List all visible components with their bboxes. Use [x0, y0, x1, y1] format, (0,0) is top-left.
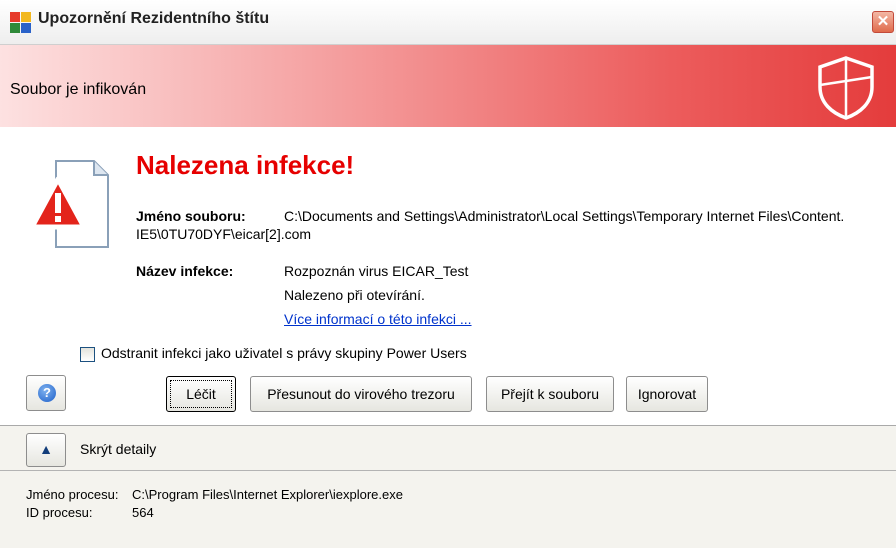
alert-headline: Nalezena infekce! — [136, 150, 355, 180]
avg-logo-icon — [10, 12, 32, 34]
detection-context: Nalezeno při otevírání. — [284, 287, 425, 303]
help-icon: ? — [38, 384, 56, 402]
title-bar[interactable]: Upozornění Rezidentního štítu ✕ — [0, 0, 896, 45]
infection-name-value: Rozpoznán virus EICAR_Test — [284, 263, 469, 279]
hide-details-button[interactable]: ▲ — [26, 433, 66, 467]
infected-file-warning-icon — [29, 160, 109, 248]
process-id-label: ID procesu: — [26, 505, 93, 520]
power-users-checkbox[interactable] — [80, 347, 95, 362]
shield-icon — [818, 56, 874, 120]
banner-text: Soubor je infikován — [10, 81, 147, 98]
alert-window: Upozornění Rezidentního štítu ✕ Soubor j… — [0, 0, 896, 548]
details-toggle-bar: ▲ Skrýt detaily — [0, 426, 896, 471]
window-title: Upozornění Rezidentního štítu — [38, 10, 270, 27]
ignore-button[interactable]: Ignorovat — [626, 376, 708, 412]
file-name-label: Jméno souboru: — [136, 208, 246, 224]
go-to-file-button[interactable]: Přejít k souboru — [486, 376, 614, 412]
file-name-value: C:\Documents and Settings\Administrator\… — [284, 208, 845, 224]
power-users-checkbox-label[interactable]: Odstranit infekci jako uživatel s právy … — [101, 345, 467, 361]
process-name-label: Jméno procesu: — [26, 487, 119, 502]
header-banner: Soubor je infikován — [0, 45, 896, 127]
infection-name-label: Název infekce: — [136, 263, 234, 279]
file-name-value-continued: IE5\0TU70DYF\eicar[2].com — [136, 226, 312, 242]
process-name-value: C:\Program Files\Internet Explorer\iexpl… — [132, 487, 403, 502]
help-button[interactable]: ? — [26, 375, 66, 411]
heal-button[interactable]: Léčit — [166, 376, 236, 412]
close-button[interactable]: ✕ — [872, 11, 894, 33]
more-info-link[interactable]: Více informací o této infekci ... — [284, 311, 472, 327]
chevron-up-icon: ▲ — [39, 441, 53, 457]
move-to-vault-button[interactable]: Přesunout do virového trezoru — [250, 376, 472, 412]
hide-details-label: Skrýt detaily — [80, 441, 157, 457]
process-id-value: 564 — [132, 505, 154, 520]
alert-content: Nalezena infekce! Jméno souboru: C:\Docu… — [0, 127, 896, 426]
